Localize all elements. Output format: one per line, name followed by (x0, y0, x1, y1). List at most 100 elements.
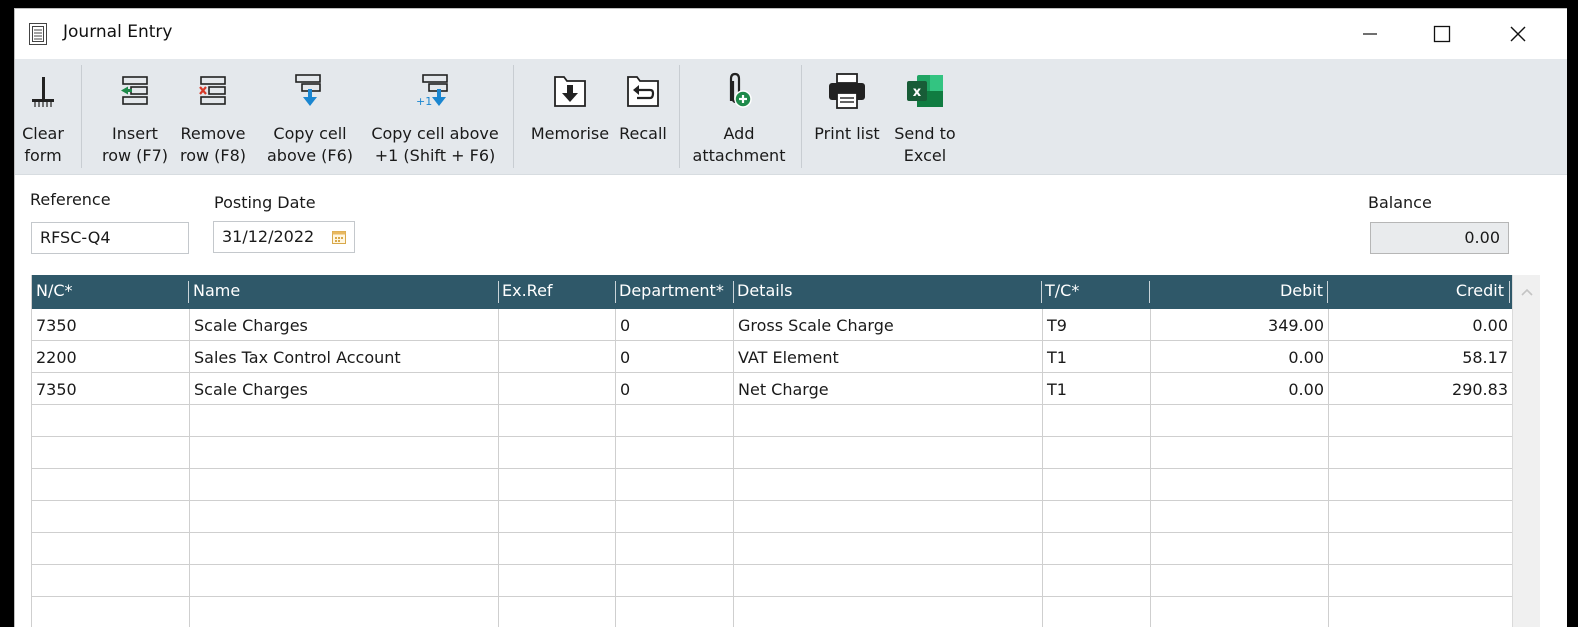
cell-tc[interactable] (1043, 501, 1151, 532)
cell-details[interactable]: Gross Scale Charge (734, 309, 1043, 340)
cell-department[interactable] (616, 533, 734, 564)
cell-details[interactable] (734, 501, 1043, 532)
copy-cell-above-button[interactable]: Copy cell above (F6) (263, 59, 357, 174)
table-row[interactable]: 7350 Scale Charges 0 Net Charge T1 0.00 290.83 (32, 373, 1513, 405)
cell-tc[interactable]: T9 (1043, 309, 1151, 340)
cell-nc[interactable] (32, 597, 190, 627)
table-row[interactable] (32, 405, 1513, 437)
cell-name[interactable] (190, 597, 499, 627)
cell-debit[interactable] (1151, 533, 1329, 564)
cell-credit[interactable] (1329, 533, 1513, 564)
cell-tc[interactable] (1043, 469, 1151, 500)
calendar-icon[interactable] (332, 230, 346, 244)
cell-exref[interactable] (499, 437, 616, 468)
cell-exref[interactable] (499, 405, 616, 436)
print-list-button[interactable]: Print list (811, 59, 883, 174)
cell-tc[interactable] (1043, 597, 1151, 627)
cell-tc[interactable] (1043, 405, 1151, 436)
cell-debit[interactable] (1151, 405, 1329, 436)
cell-name[interactable] (190, 565, 499, 596)
insert-row-button[interactable]: Insert row (F7) (97, 59, 173, 174)
table-row[interactable] (32, 533, 1513, 565)
cell-details[interactable] (734, 437, 1043, 468)
cell-name[interactable] (190, 533, 499, 564)
cell-department[interactable] (616, 565, 734, 596)
column-header-exref[interactable]: Ex.Ref (498, 275, 616, 309)
cell-name[interactable] (190, 437, 499, 468)
cell-exref[interactable] (499, 565, 616, 596)
recall-button[interactable]: Recall (615, 59, 671, 174)
column-header-department[interactable]: Department* (615, 275, 733, 309)
minimize-button[interactable] (1335, 9, 1405, 59)
table-row[interactable] (32, 597, 1513, 627)
scroll-up-button[interactable] (1513, 275, 1540, 309)
cell-nc[interactable] (32, 533, 190, 564)
table-row[interactable] (32, 565, 1513, 597)
table-row[interactable]: 7350 Scale Charges 0 Gross Scale Charge T9 34… (32, 309, 1513, 341)
cell-details[interactable] (734, 533, 1043, 564)
cell-name[interactable]: Sales Tax Control Account (190, 341, 499, 372)
cell-details[interactable] (734, 565, 1043, 596)
reference-input[interactable]: RFSC-Q4 (31, 222, 189, 254)
column-header-details[interactable]: Details (733, 275, 1041, 309)
cell-exref[interactable] (499, 597, 616, 627)
column-header-nc[interactable]: N/C* (32, 275, 188, 309)
cell-tc[interactable]: T1 (1043, 341, 1151, 372)
cell-nc[interactable] (32, 501, 190, 532)
cell-credit[interactable]: 0.00 (1329, 309, 1513, 340)
send-to-excel-button[interactable]: x Send to Excel (889, 59, 961, 174)
column-header-debit[interactable]: Debit (1149, 275, 1327, 309)
cell-debit[interactable]: 349.00 (1151, 309, 1329, 340)
cell-debit[interactable] (1151, 469, 1329, 500)
cell-credit[interactable] (1329, 405, 1513, 436)
cell-department[interactable]: 0 (616, 373, 734, 404)
cell-details[interactable]: Net Charge (734, 373, 1043, 404)
cell-credit[interactable] (1329, 437, 1513, 468)
cell-credit[interactable] (1329, 469, 1513, 500)
add-attachment-button[interactable]: Add attachment (687, 59, 791, 174)
cell-name[interactable]: Scale Charges (190, 309, 499, 340)
table-row[interactable] (32, 437, 1513, 469)
cell-debit[interactable] (1151, 565, 1329, 596)
cell-nc[interactable]: 7350 (32, 373, 190, 404)
cell-name[interactable] (190, 405, 499, 436)
cell-credit[interactable] (1329, 597, 1513, 627)
cell-exref[interactable] (499, 341, 616, 372)
cell-department[interactable]: 0 (616, 341, 734, 372)
cell-debit[interactable]: 0.00 (1151, 341, 1329, 372)
table-row[interactable]: 2200 Sales Tax Control Account 0 VAT Elemen… (32, 341, 1513, 373)
cell-department[interactable] (616, 469, 734, 500)
cell-credit[interactable] (1329, 501, 1513, 532)
cell-exref[interactable] (499, 469, 616, 500)
grid-scrollbar[interactable] (1512, 275, 1540, 627)
cell-name[interactable] (190, 469, 499, 500)
posting-date-input[interactable]: 31/12/2022 (213, 221, 355, 253)
clear-form-button[interactable]: Clear form (15, 59, 71, 174)
column-header-credit[interactable]: Credit (1327, 275, 1508, 309)
cell-nc[interactable]: 2200 (32, 341, 190, 372)
cell-debit[interactable] (1151, 437, 1329, 468)
copy-cell-above-plus1-button[interactable]: +1 Copy cell above +1 (Shift + F6) (365, 59, 505, 174)
cell-department[interactable] (616, 405, 734, 436)
cell-name[interactable] (190, 501, 499, 532)
cell-nc[interactable] (32, 565, 190, 596)
remove-row-button[interactable]: Remove row (F8) (175, 59, 251, 174)
cell-credit[interactable]: 290.83 (1329, 373, 1513, 404)
cell-tc[interactable] (1043, 437, 1151, 468)
cell-nc[interactable] (32, 437, 190, 468)
cell-department[interactable] (616, 501, 734, 532)
cell-debit[interactable] (1151, 597, 1329, 627)
cell-debit[interactable]: 0.00 (1151, 373, 1329, 404)
cell-nc[interactable] (32, 469, 190, 500)
close-button[interactable] (1483, 9, 1553, 59)
table-row[interactable] (32, 469, 1513, 501)
cell-exref[interactable] (499, 533, 616, 564)
cell-nc[interactable] (32, 405, 190, 436)
cell-exref[interactable] (499, 501, 616, 532)
cell-details[interactable]: VAT Element (734, 341, 1043, 372)
cell-debit[interactable] (1151, 501, 1329, 532)
maximize-button[interactable] (1407, 9, 1477, 59)
cell-nc[interactable]: 7350 (32, 309, 190, 340)
table-row[interactable] (32, 501, 1513, 533)
cell-tc[interactable] (1043, 565, 1151, 596)
